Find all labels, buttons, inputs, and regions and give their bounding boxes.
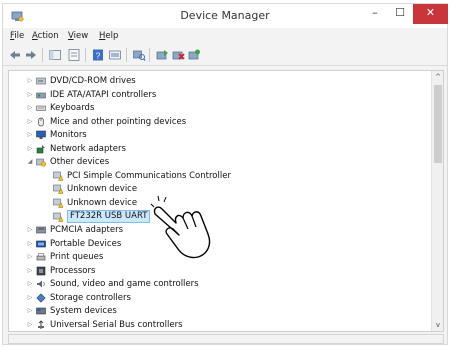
back-arrow-icon[interactable]	[8, 48, 22, 62]
console-tree-icon[interactable]	[48, 48, 62, 62]
tree-item-label: Mice and other pointing devices	[50, 116, 187, 127]
tree-item-label: Keyboards	[50, 103, 95, 114]
expand-arrow-icon[interactable]: ▷	[26, 143, 34, 155]
device-tree[interactable]: ▷ DVD/CD-ROM drives ▷ IDE ATA/ATAPI control…	[8, 70, 444, 332]
tree-subitem[interactable]: PCI Simple Communications Controller	[9, 170, 429, 182]
printer-icon	[36, 253, 46, 261]
mouse-icon	[38, 117, 44, 126]
expand-arrow-icon[interactable]: ▷	[26, 89, 34, 101]
expand-arrow-icon[interactable]: ▷	[26, 278, 34, 290]
tree-item[interactable]: ▷ Processors	[9, 265, 429, 277]
scan-hardware-changes-icon[interactable]	[132, 48, 146, 62]
show-hidden-icon[interactable]	[108, 48, 122, 62]
tree-item-label: Print queues	[50, 252, 104, 263]
scroll-down-arrow[interactable]: v	[432, 319, 443, 331]
menu-view[interactable]: View	[68, 31, 88, 41]
pcmcia-adapter-icon	[36, 226, 46, 234]
tree-item-label: Sound, video and game controllers	[50, 279, 199, 290]
properties-sheet-icon[interactable]	[67, 48, 81, 62]
expand-arrow-icon[interactable]: ▷	[26, 319, 34, 331]
expand-arrow-icon[interactable]: ▷	[26, 224, 34, 236]
processor-icon	[36, 266, 46, 275]
menu-file[interactable]: File	[10, 31, 24, 41]
tree-item[interactable]: ▷ Keyboards	[9, 102, 429, 114]
expand-arrow-icon[interactable]: ▷	[26, 102, 34, 114]
uninstall-device-icon[interactable]	[171, 48, 185, 62]
menu-action[interactable]: Action	[32, 31, 59, 41]
update-driver-icon[interactable]	[155, 48, 169, 62]
tree-item-label: IDE ATA/ATAPI controllers	[50, 89, 157, 100]
expand-arrow-icon[interactable]: ▷	[26, 305, 34, 317]
tree-item-label: Network adapters	[50, 143, 126, 154]
tree-item-label: Storage controllers	[50, 292, 131, 303]
tree-item[interactable]: ▷ Sound, video and game controllers	[9, 278, 429, 290]
forward-arrow-icon[interactable]	[24, 48, 38, 62]
tree-item-label: FT232R USB UART	[67, 209, 151, 223]
expand-arrow-icon[interactable]: ▷	[26, 251, 34, 263]
tree-item[interactable]: ◢ Other devices	[9, 156, 429, 168]
system-device-icon	[36, 308, 46, 315]
device-manager-window: Device Manager – ☐ ✕ File Action View He…	[2, 3, 448, 345]
toolbar-separator	[42, 48, 43, 62]
toolbar-separator	[85, 48, 86, 62]
tree-item[interactable]: ▷ Universal Serial Bus controllers	[9, 319, 429, 331]
monitor-icon	[36, 130, 46, 140]
storage-controller-icon	[36, 293, 46, 303]
sound-icon	[37, 280, 45, 288]
tree-item-label: PCMCIA adapters	[50, 225, 124, 236]
tree-item-label: System devices	[50, 306, 117, 317]
help-icon[interactable]: ?	[91, 48, 105, 62]
tree-item[interactable]: ▷ DVD/CD-ROM drives	[9, 75, 429, 87]
menu-bar: File Action View Help	[3, 28, 447, 44]
close-button[interactable]: ✕	[413, 4, 448, 24]
scroll-thumb[interactable]	[434, 85, 442, 163]
dvd-drive-icon	[36, 77, 46, 85]
portable-device-icon	[36, 240, 46, 247]
unknown-device-warning-icon	[53, 212, 63, 222]
tree-item-label: DVD/CD-ROM drives	[50, 76, 136, 86]
tree-item[interactable]: ▷ Mice and other pointing devices	[9, 116, 429, 128]
status-bar	[8, 334, 444, 344]
tree-item-label: Monitors	[50, 130, 87, 141]
tree-item[interactable]: ▷ System devices	[9, 305, 429, 317]
expand-arrow-icon[interactable]: ▷	[26, 129, 34, 141]
tree-item[interactable]: ▷ Storage controllers	[9, 292, 429, 304]
other-devices-icon	[36, 158, 46, 167]
maximize-button[interactable]: ☐	[388, 4, 412, 24]
expand-arrow-icon[interactable]: ▷	[26, 292, 34, 304]
network-adapter-icon	[36, 144, 45, 154]
expand-arrow-icon[interactable]: ▷	[26, 75, 34, 87]
toolbar: ?	[3, 44, 447, 66]
menu-help[interactable]: Help	[99, 31, 118, 41]
enable-device-icon[interactable]	[187, 48, 201, 62]
tree-item-label: Unknown device	[67, 184, 138, 195]
tree-item-label: Processors	[50, 265, 96, 276]
usb-icon	[38, 320, 44, 329]
title-bar[interactable]: Device Manager – ☐ ✕	[3, 4, 448, 28]
expand-arrow-icon[interactable]: ▷	[26, 265, 34, 277]
svg-text:?: ?	[96, 52, 101, 61]
unknown-device-warning-icon	[53, 185, 63, 195]
tree-item-label: Portable Devices	[50, 238, 122, 249]
scroll-up-arrow[interactable]: ^	[432, 71, 443, 83]
keyboard-icon	[36, 105, 46, 111]
unknown-device-warning-icon	[53, 198, 63, 208]
expand-arrow-icon[interactable]: ▷	[26, 238, 34, 250]
ide-controller-icon	[36, 92, 46, 98]
tree-item-label: Unknown device	[67, 197, 138, 208]
toolbar-separator	[126, 48, 127, 62]
vertical-scrollbar[interactable]: ^ v	[431, 71, 443, 331]
minimize-button[interactable]: –	[364, 4, 386, 24]
tree-item-label: PCI Simple Communications Controller	[67, 170, 231, 181]
pointing-hand-cursor-icon	[150, 195, 211, 259]
collapse-arrow-icon[interactable]: ◢	[26, 156, 34, 168]
tree-item-label: Universal Serial Bus controllers	[50, 319, 183, 330]
tree-item[interactable]: ▷ IDE ATA/ATAPI controllers	[9, 89, 429, 101]
tree-item-label: Other devices	[50, 157, 110, 168]
toolbar-separator	[149, 48, 150, 62]
expand-arrow-icon[interactable]: ▷	[26, 116, 34, 128]
tree-item[interactable]: ▷ Network adapters	[9, 143, 429, 155]
tree-item[interactable]: ▷ Monitors	[9, 129, 429, 141]
unknown-device-warning-icon	[53, 171, 63, 181]
